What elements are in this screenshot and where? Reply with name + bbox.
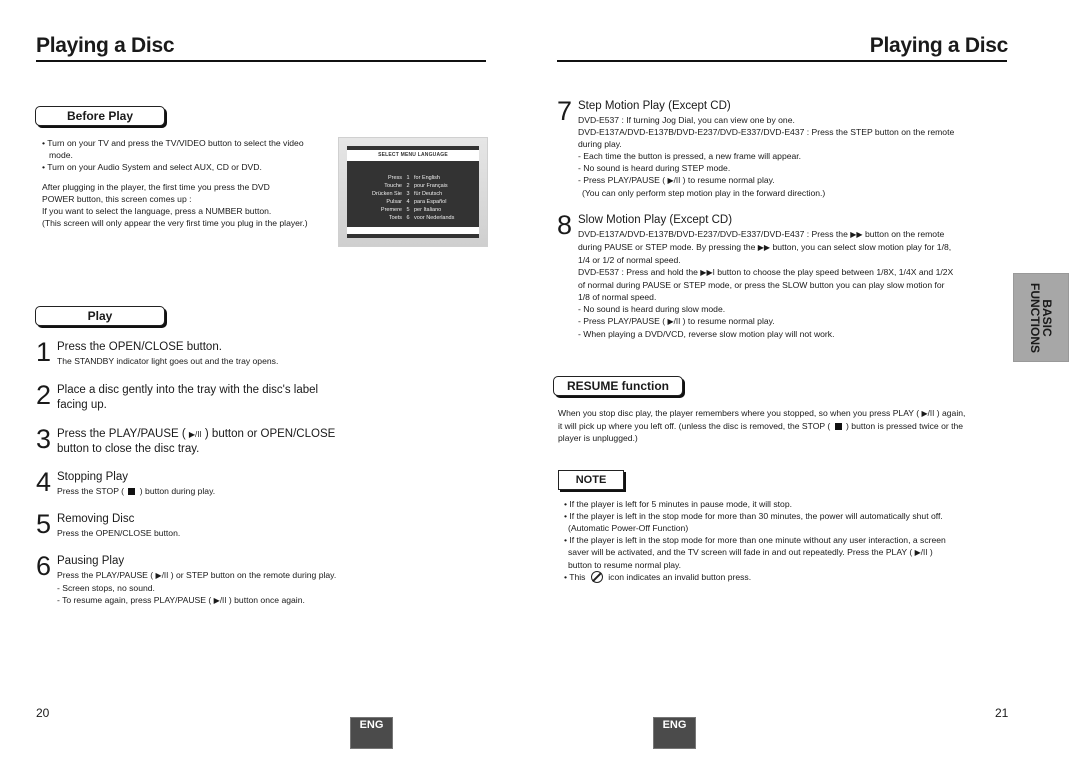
lang-row: Premere 5 per Italiano: [380, 207, 442, 213]
para-line: After plugging in the player, the first …: [42, 182, 270, 192]
lang-row: Toets 6 voor Nederlands: [388, 215, 455, 221]
play-pause-icon: ▶/II: [921, 409, 935, 418]
step-6: 6 Pausing Play Press the PLAY/PAUSE ( ▶/…: [36, 551, 337, 606]
resume-text: When you stop disc play, the player reme…: [558, 408, 966, 443]
lang-row: Pulsar 4 para Español: [386, 199, 447, 205]
basic-functions-tab[interactable]: BASIC FUNCTIONS: [1013, 273, 1069, 362]
invalid-icon: [590, 571, 603, 583]
language-menu-screen: SELECT MENU LANGUAGE Press 1 for English T…: [338, 137, 488, 247]
screen-header: SELECT MENU LANGUAGE: [378, 152, 448, 158]
page-number-left: 20: [36, 706, 50, 720]
resume-function-label: RESUME function: [553, 376, 683, 396]
step-8: 8 Slow Motion Play (Except CD) DVD-E137A…: [557, 210, 954, 340]
lang-row: Touche 2 pour Français: [384, 183, 448, 189]
step-5: 5 Removing Disc Press the OPEN/CLOSE but…: [36, 509, 181, 539]
play-pause-icon: ▶/II: [155, 571, 169, 580]
play-pause-icon: ▶/II: [914, 548, 928, 557]
stop-icon: [834, 423, 842, 430]
page-number-right: 21: [995, 706, 1009, 720]
play-pause-icon: ▶/II: [213, 596, 227, 605]
screen-bar: [347, 234, 479, 238]
before-play-label: Before Play: [35, 106, 165, 126]
skip-forward-icon: ▶▶I: [700, 268, 715, 277]
screen-body: Press 1 for English Touche 2 pour Français D…: [347, 161, 479, 227]
fast-forward-icon: ▶▶: [757, 243, 771, 252]
left-page-title: Playing a Disc: [36, 34, 175, 57]
bullet-cont: mode.: [49, 150, 73, 160]
step-7: 7 Step Motion Play (Except CD) DVD-E537 …: [557, 96, 955, 199]
note-label: NOTE: [558, 470, 624, 490]
right-page-title: Playing a Disc: [869, 34, 1009, 57]
right-title-rule: [557, 60, 1007, 62]
note-text: • If the player is left for 5 minutes in…: [564, 499, 946, 583]
para-line: POWER button, this screen comes up :: [42, 194, 192, 204]
play-label: Play: [35, 306, 165, 326]
step-1: 1 Press the OPEN/CLOSE button. The STAND…: [36, 337, 279, 367]
step-2: 2 Place a disc gently into the tray with…: [36, 380, 319, 412]
step-4: 4 Stopping Play Press the STOP ( ) butto…: [36, 467, 216, 497]
language-tab-right: ENG: [653, 717, 696, 749]
step-3: 3 Press the PLAY/PAUSE ( ▶/II ) button o…: [36, 424, 336, 456]
play-pause-icon: ▶/II: [188, 430, 202, 439]
para-line: If you want to select the language, pres…: [42, 206, 272, 216]
lang-row: Drücken Sie 3 für Deutsch: [372, 191, 443, 197]
bullet: • Turn on your Audio System and select A…: [42, 162, 262, 172]
bullet: • Turn on your TV and press the TV/VIDEO…: [42, 138, 304, 148]
fast-forward-icon: ▶▶: [850, 230, 863, 239]
language-tab-left: ENG: [350, 717, 393, 749]
before-play-text: • Turn on your TV and press the TV/VIDEO…: [42, 137, 332, 229]
para-line: (This screen will only appear the very f…: [42, 218, 308, 228]
play-pause-icon: ▶/II: [667, 317, 681, 326]
stop-icon: [128, 488, 136, 495]
lang-row: Press 1 for English: [387, 175, 440, 181]
play-pause-icon: ▶/II: [667, 176, 681, 185]
left-title-rule: [36, 60, 486, 62]
